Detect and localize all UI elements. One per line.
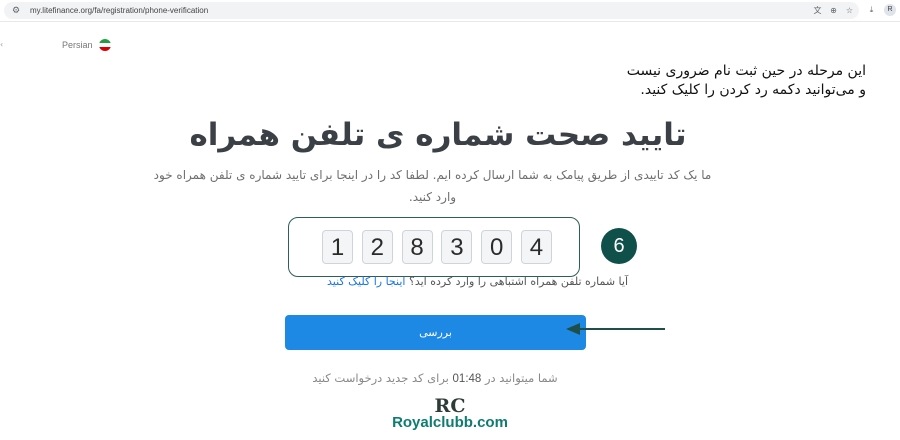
zoom-icon[interactable]: ⊕ (828, 5, 839, 16)
annotation-arrow-icon (566, 323, 665, 335)
submit-button[interactable]: بررسی (285, 315, 586, 350)
code-digit-box[interactable]: 0 (481, 230, 513, 264)
step-number-badge: 6 (601, 228, 637, 264)
page-description: ما یک کد تاییدی از طریق پیامک به شما ارس… (153, 168, 712, 204)
iran-flag-icon[interactable] (99, 39, 111, 51)
browser-toolbar: ⚙ my.litefinance.org/fa/registration/pho… (0, 0, 900, 22)
download-icon[interactable]: ⤓ (866, 4, 877, 15)
timer-prefix: شما میتوانید در (484, 371, 558, 385)
back-chevron-icon[interactable]: ‹ (0, 40, 3, 49)
annotation-line-2: و می‌توانید دکمه رد کردن را کلیک کنید. (640, 82, 866, 98)
wrong-number-prompt: آیا شماره تلفن همراه اشتباهی را وارد کرد… (250, 273, 628, 291)
wrong-number-link[interactable]: اینجا را کلیک کنید (327, 275, 405, 288)
timer-value: 01:48 (452, 373, 482, 385)
language-label[interactable]: Persian (62, 40, 93, 50)
resend-timer: شما میتوانید در 01:48 برای کد جدید درخوا… (240, 369, 630, 388)
code-digit-box[interactable]: 1 (322, 230, 353, 264)
wrong-number-text: آیا شماره تلفن همراه اشتباهی را وارد کرد… (408, 275, 628, 288)
annotation-line-1: این مرحله در حین ثبت نام ضروری نیست (626, 63, 866, 79)
royalclubb-logo-icon: RC (435, 395, 466, 416)
translate-icon[interactable]: 文 (812, 5, 823, 16)
svg-text:RC: RC (435, 395, 466, 416)
timer-suffix: برای کد جدید درخواست کنید (312, 371, 449, 385)
watermark-text: Royalclubb.com (392, 414, 508, 431)
page-title: تایید صحت شماره ی تلفن همراه (189, 117, 687, 153)
address-url[interactable]: my.litefinance.org/fa/registration/phone… (30, 5, 208, 16)
code-digit-box[interactable]: 2 (361, 230, 393, 264)
annotation-note: این مرحله در حین ثبت نام ضروری نیست و می… (566, 62, 866, 100)
profile-avatar[interactable]: R (884, 4, 896, 16)
site-info-icon[interactable]: ⚙ (12, 6, 22, 16)
code-digit-box[interactable]: 8 (401, 230, 433, 264)
address-bar[interactable]: ⚙ my.litefinance.org/fa/registration/pho… (4, 2, 859, 19)
bookmark-star-icon[interactable]: ☆ (844, 5, 855, 16)
verification-code-input[interactable]: 1 2 8 3 0 4 (322, 230, 552, 266)
code-digit-box[interactable]: 4 (520, 230, 552, 264)
code-digit-box[interactable]: 3 (441, 230, 473, 264)
